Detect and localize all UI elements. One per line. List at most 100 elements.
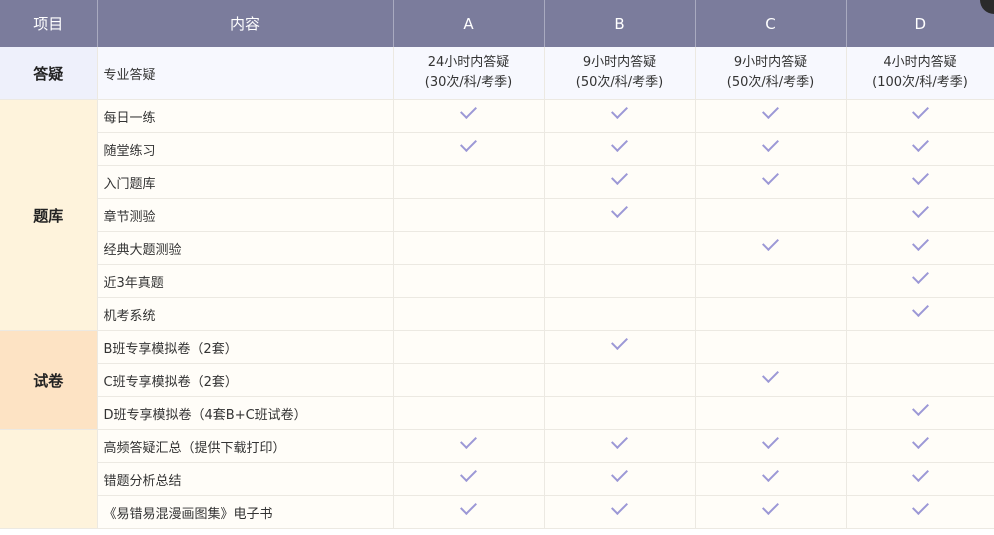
checkmark-icon: [911, 498, 929, 515]
checkmark-icon: [762, 135, 779, 152]
checkmark-icon: [762, 498, 779, 515]
check-cell-b: [544, 330, 696, 364]
check-cell-d: [846, 297, 994, 331]
row-content: 近3年真题: [97, 264, 394, 298]
check-cell-b: [544, 231, 696, 265]
row-content: 机考系统: [97, 297, 394, 331]
header-class-b: B: [544, 0, 696, 47]
check-cell-b: [544, 462, 696, 496]
table-row: 错题分析总结: [0, 462, 994, 496]
checkmark-icon: [762, 366, 779, 383]
check-cell-c: [695, 429, 847, 463]
checkmark-icon: [611, 498, 628, 515]
table-row: 《易错易混漫画图集》电子书: [0, 495, 994, 529]
check-cell-a: [393, 462, 545, 496]
checkmark-icon: [611, 102, 628, 119]
table-row: C班专享模拟卷（2套）: [0, 363, 994, 397]
row-content: D班专享模拟卷（4套B+C班试卷）: [97, 396, 394, 430]
table-row: 章节测验: [0, 198, 994, 232]
check-cell-a: [393, 396, 545, 430]
qa-b-line2: (50次/科/考季): [575, 75, 664, 90]
row-content: 高频答疑汇总（提供下载打印）: [97, 429, 394, 463]
checkmark-icon: [911, 102, 929, 119]
checkmark-icon: [911, 399, 929, 416]
check-cell-b: [544, 297, 696, 331]
row-content: 章节测验: [97, 198, 394, 232]
checkmark-icon: [762, 432, 779, 449]
checkmark-icon: [911, 135, 929, 152]
qa-content: 专业答疑: [97, 47, 394, 100]
checkmark-icon: [762, 465, 779, 482]
checkmark-icon: [611, 135, 628, 152]
check-cell-a: [393, 495, 545, 529]
table-row: 入门题库: [0, 165, 994, 199]
check-cell-c: [695, 495, 847, 529]
check-cell-b: [544, 495, 696, 529]
check-cell-d: [846, 165, 994, 199]
table-row: 高频答疑汇总（提供下载打印）: [0, 429, 994, 529]
table-row: 试卷 B班专享模拟卷（2套）: [0, 330, 994, 430]
checkmark-icon: [762, 102, 779, 119]
check-cell-d: [846, 330, 994, 364]
checkmark-icon: [611, 201, 628, 218]
check-cell-a: [393, 198, 545, 232]
row-content: 《易错易混漫画图集》电子书: [97, 495, 394, 529]
check-cell-b: [544, 264, 696, 298]
table-header-row: 项目 内容 A B C D: [0, 0, 994, 47]
check-cell-c: [695, 231, 847, 265]
check-cell-d: [846, 495, 994, 529]
header-class-d: D: [846, 0, 994, 47]
qa-cell-a: 24小时内答疑 (30次/科/考季): [393, 47, 545, 100]
check-cell-d: [846, 264, 994, 298]
header-content: 内容: [97, 0, 394, 47]
checkmark-icon: [611, 333, 628, 350]
header-class-a: A: [393, 0, 545, 47]
check-cell-b: [544, 132, 696, 166]
check-cell-a: [393, 99, 545, 133]
table-row: 随堂练习: [0, 132, 994, 166]
header-project: 项目: [0, 0, 98, 47]
check-cell-d: [846, 231, 994, 265]
row-content: C班专享模拟卷（2套）: [97, 363, 394, 397]
check-cell-b: [544, 396, 696, 430]
qa-a-line2: (30次/科/考季): [424, 75, 513, 90]
qa-row: 答疑 专业答疑 24小时内答疑 (30次/科/考季) 9小时内答疑 (50次/科/考…: [0, 47, 994, 100]
checkmark-icon: [460, 432, 477, 449]
checkmark-icon: [911, 432, 929, 449]
check-cell-a: [393, 231, 545, 265]
check-cell-c: [695, 297, 847, 331]
check-cell-d: [846, 396, 994, 430]
header-class-c: C: [695, 0, 847, 47]
table-row: 题库 每日一练: [0, 99, 994, 331]
category-cell: [0, 429, 98, 529]
checkmark-icon: [460, 498, 477, 515]
row-content: B班专享模拟卷（2套）: [97, 330, 394, 364]
check-cell-b: [544, 165, 696, 199]
category-cell: 题库: [0, 99, 98, 331]
checkmark-icon: [762, 168, 779, 185]
qa-c-line1: 9小时内答疑: [733, 55, 808, 70]
qa-cell-c: 9小时内答疑 (50次/科/考季): [695, 47, 847, 100]
checkmark-icon: [460, 102, 477, 119]
check-cell-d: [846, 198, 994, 232]
row-content: 经典大题测验: [97, 231, 394, 265]
check-cell-a: [393, 264, 545, 298]
checkmark-icon: [911, 234, 929, 251]
qa-cell-b: 9小时内答疑 (50次/科/考季): [544, 47, 696, 100]
check-cell-c: [695, 363, 847, 397]
qa-d-line1: 4小时内答疑: [883, 55, 957, 70]
table-row: 近3年真题: [0, 264, 994, 298]
check-cell-d: [846, 462, 994, 496]
check-cell-c: [695, 165, 847, 199]
qa-a-line1: 24小时内答疑: [427, 55, 510, 70]
checkmark-icon: [611, 168, 628, 185]
check-cell-b: [544, 363, 696, 397]
check-cell-c: [695, 462, 847, 496]
check-cell-d: [846, 429, 994, 463]
table-row: 机考系统: [0, 297, 994, 331]
qa-b-line1: 9小时内答疑: [582, 55, 657, 70]
checkmark-icon: [911, 267, 929, 284]
qa-cell-d: 4小时内答疑 (100次/科/考季): [846, 47, 994, 100]
check-cell-c: [695, 198, 847, 232]
check-cell-d: [846, 132, 994, 166]
